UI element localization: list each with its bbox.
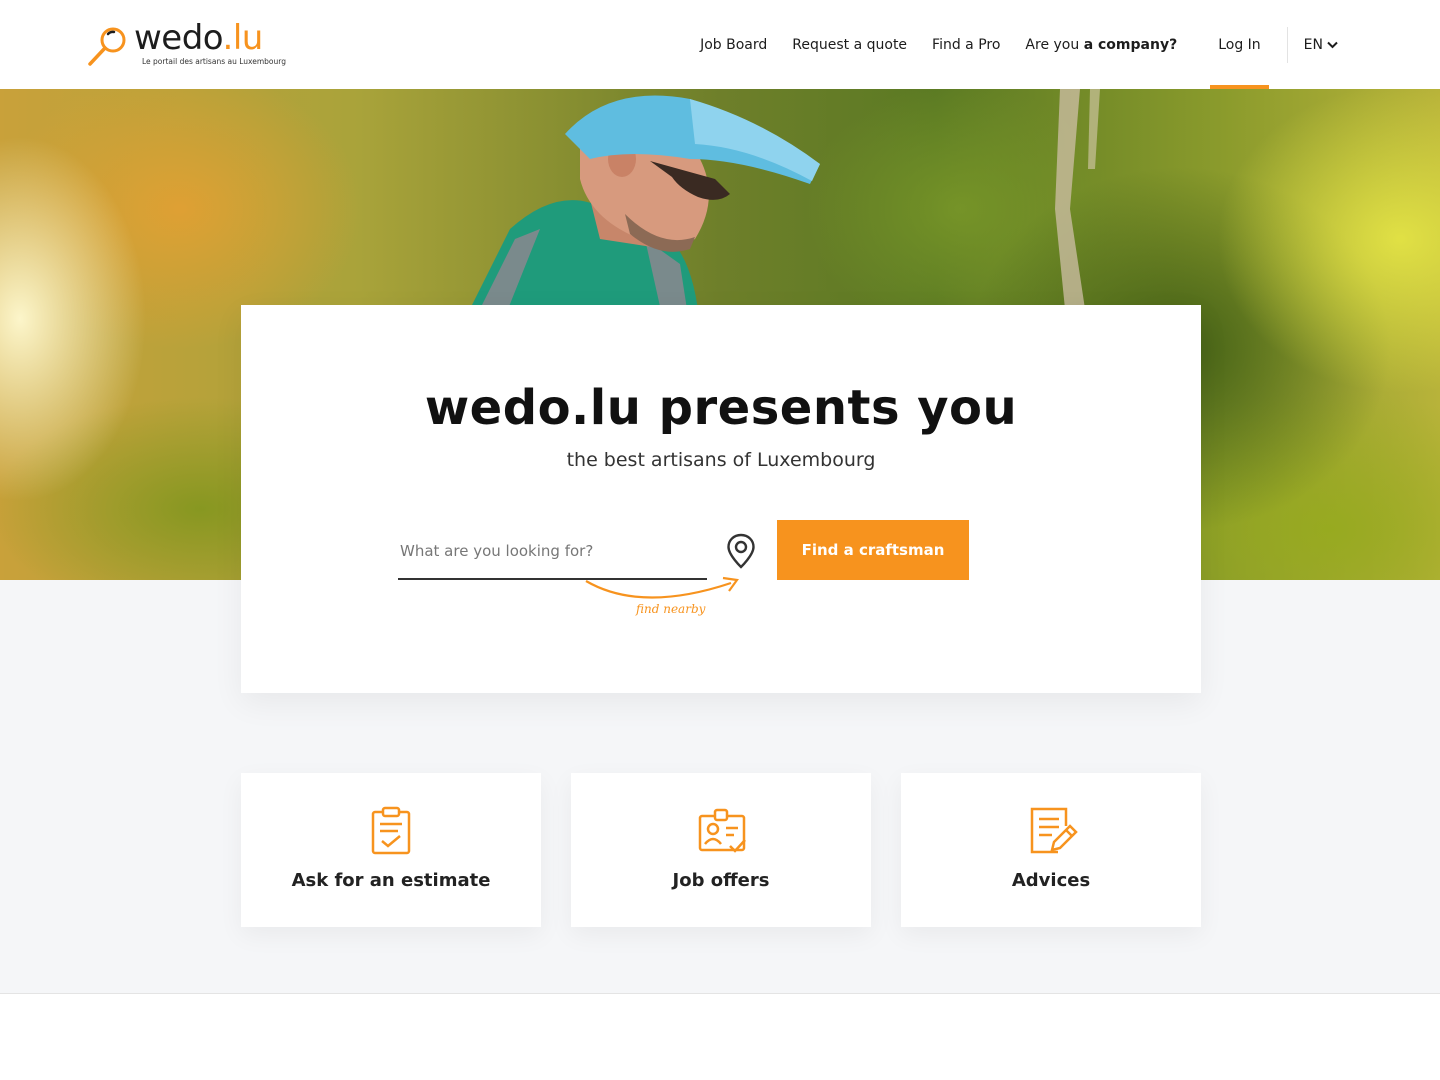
login-label: Log In xyxy=(1218,36,1261,53)
chevron-down-icon xyxy=(1327,41,1338,48)
card-ask-estimate[interactable]: Ask for an estimate xyxy=(241,773,541,927)
logo[interactable]: wedo.lu Le portail des artisans au Luxem… xyxy=(86,18,286,70)
nav-divider xyxy=(1286,26,1288,63)
magnifier-logo-icon xyxy=(88,27,126,66)
card-advices[interactable]: Advices xyxy=(901,773,1201,927)
card-job-offers[interactable]: Job offers xyxy=(571,773,871,927)
id-badge-check-icon xyxy=(698,808,746,853)
tree-trunk-photo xyxy=(1055,89,1100,309)
find-nearby-hint[interactable]: find nearby xyxy=(636,602,705,616)
language-selector[interactable]: EN xyxy=(1304,37,1338,53)
nav-company[interactable]: Are you a company? xyxy=(1025,37,1177,53)
location-pin-icon[interactable] xyxy=(726,533,756,569)
card-label: Ask for an estimate xyxy=(291,870,491,891)
hero-subtitle: the best artisans of Luxembourg xyxy=(566,449,876,471)
nav-company-bold: a company? xyxy=(1083,36,1178,53)
page-footer xyxy=(0,993,1440,1080)
nav-request-quote[interactable]: Request a quote xyxy=(792,37,907,53)
card-label: Advices xyxy=(1011,870,1091,891)
clipboard-check-icon xyxy=(371,806,411,855)
nav-find-pro[interactable]: Find a Pro xyxy=(932,37,1000,53)
document-edit-icon xyxy=(1030,807,1078,854)
hero-title: wedo.lu presents you xyxy=(424,380,1018,436)
find-craftsman-button[interactable]: Find a craftsman xyxy=(777,520,969,580)
main-nav: Job Board Request a quote Find a Pro Are… xyxy=(675,0,1338,89)
logo-wordmark: wedo.lu xyxy=(134,18,263,58)
site-header: wedo.lu Le portail des artisans au Luxem… xyxy=(0,0,1440,89)
login-link[interactable]: Log In xyxy=(1210,0,1270,89)
language-label: EN xyxy=(1303,36,1323,53)
card-label: Job offers xyxy=(672,870,770,891)
search-panel: wedo.lu presents you the best artisans o… xyxy=(241,305,1201,693)
gardener-photo xyxy=(460,95,820,329)
logo-tagline: Le portail des artisans au Luxembourg xyxy=(142,57,286,66)
nav-company-prefix: Are you xyxy=(1025,36,1084,53)
search-input[interactable] xyxy=(398,523,707,580)
nav-job-board[interactable]: Job Board xyxy=(700,37,767,53)
